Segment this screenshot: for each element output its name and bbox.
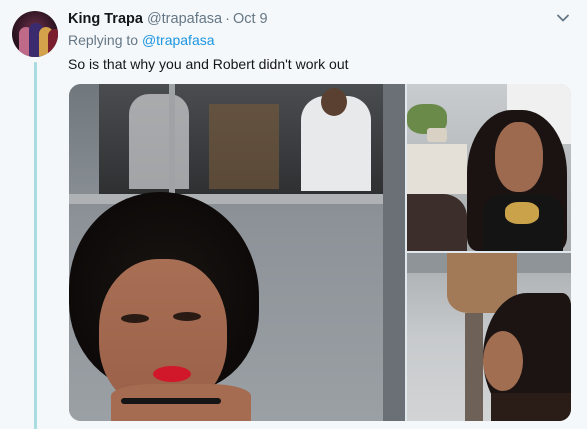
author-handle[interactable]: @trapafasa — [147, 11, 222, 27]
tweet-timestamp[interactable]: Oct 9 — [233, 11, 268, 27]
woman-red-lips-photo[interactable] — [69, 84, 405, 421]
reply-thread-line — [34, 62, 37, 429]
woman-gold-necklace-photo[interactable] — [407, 84, 571, 251]
replying-to-mention[interactable]: @trapafasa — [142, 32, 215, 48]
replying-to-line: Replying to @trapafasa — [68, 32, 215, 48]
tweet-media-grid — [69, 84, 571, 421]
separator-dot: · — [225, 11, 230, 27]
replying-to-label: Replying to — [68, 32, 139, 48]
author-display-name[interactable]: King Trapa — [68, 11, 143, 27]
tweet-text: So is that why you and Robert didn't wor… — [68, 56, 349, 72]
woman-profile-photo[interactable] — [407, 253, 571, 421]
avatar[interactable] — [12, 11, 58, 57]
tweet-header: King Trapa @trapafasa · Oct 9 — [68, 9, 571, 29]
chevron-down-icon[interactable] — [555, 10, 571, 26]
